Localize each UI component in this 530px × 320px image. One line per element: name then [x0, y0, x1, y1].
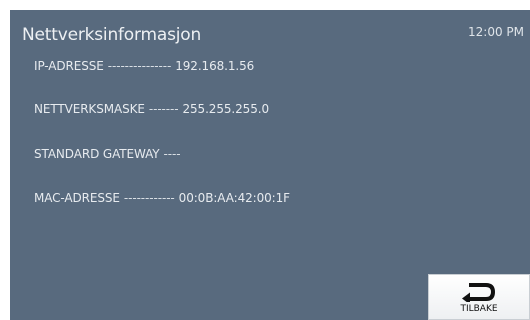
mac-address-label: MAC-ADRESSE: [34, 191, 120, 205]
netmask-row: NETTVERKSMASKE ------- 255.255.255.0: [34, 102, 269, 116]
network-info-screen: Nettverksinformasjon 12:00 PM IP-ADRESSE…: [10, 10, 530, 320]
netmask-dashes: -------: [148, 102, 179, 116]
ip-address-dashes: ---------------: [107, 59, 172, 73]
mac-address-dashes: ------------: [123, 191, 175, 205]
gateway-row: STANDARD GATEWAY ----: [34, 147, 184, 161]
return-arrow-icon: [462, 283, 496, 302]
ip-address-value: 192.168.1.56: [175, 59, 255, 73]
clock: 12:00 PM: [468, 25, 524, 39]
mac-address-value: 00:0B:AA:42:00:1F: [178, 191, 290, 205]
page-title: Nettverksinformasjon: [22, 25, 202, 45]
gateway-dashes: ----: [163, 147, 181, 161]
ip-address-label: IP-ADRESSE: [34, 59, 104, 73]
ip-address-row: IP-ADRESSE --------------- 192.168.1.56: [34, 59, 254, 73]
back-button[interactable]: TILBAKE: [428, 274, 530, 320]
back-button-label: TILBAKE: [460, 304, 498, 314]
gateway-label: STANDARD GATEWAY: [34, 147, 160, 161]
netmask-value: 255.255.255.0: [182, 102, 269, 116]
mac-address-row: MAC-ADRESSE ------------ 00:0B:AA:42:00:1F: [34, 191, 290, 205]
netmask-label: NETTVERKSMASKE: [34, 102, 145, 116]
